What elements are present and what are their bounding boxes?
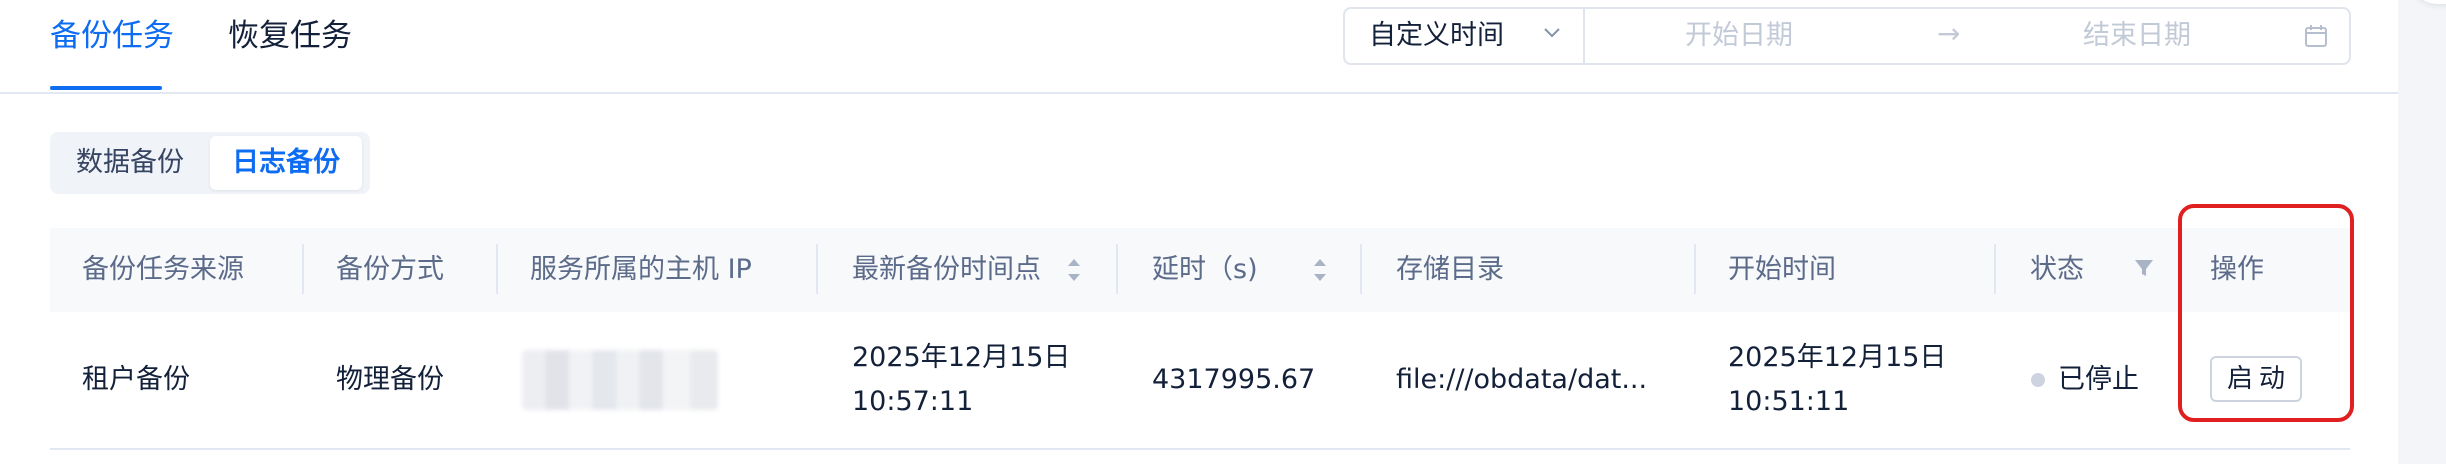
task-tabs: 备份任务 恢复任务 自定义时间 开始日期 → 结束日期: [0, 0, 2398, 94]
table-header: 备份任务来源 备份方式 服务所属的主机 IP 最新备份时间点 延时（s) 存储目…: [50, 228, 2350, 314]
column-header-start-time: 开始时间: [1728, 254, 1836, 285]
column-divider: [2180, 244, 2182, 294]
cell-latest-point: 2025年12月15日 10:57:11: [852, 336, 1070, 424]
backup-panel: 备份任务 恢复任务 自定义时间 开始日期 → 结束日期 数据备份 日志备份 备份…: [0, 0, 2398, 464]
column-divider: [1116, 244, 1118, 294]
status-dot: [2031, 373, 2045, 387]
column-header-source: 备份任务来源: [82, 254, 244, 285]
tab-backup-task[interactable]: 备份任务: [50, 14, 174, 58]
column-divider: [496, 244, 498, 294]
sort-icon[interactable]: [1064, 250, 1084, 290]
sort-icon[interactable]: [1310, 250, 1330, 290]
column-header-host-ip: 服务所属的主机 IP: [530, 254, 752, 285]
right-edge-shade: [2398, 0, 2446, 464]
column-divider: [302, 244, 304, 294]
calendar-icon[interactable]: [2303, 23, 2329, 49]
column-header-status: 状态: [2030, 254, 2084, 285]
column-header-latest-point[interactable]: 最新备份时间点: [852, 250, 1041, 290]
redacted-host-ip: [522, 350, 718, 410]
cell-latest-point-time: 10:57:11: [852, 386, 974, 417]
column-header-storage: 存储目录: [1396, 254, 1504, 285]
cell-source: 租户备份: [82, 364, 190, 395]
segment-log-backup[interactable]: 日志备份: [210, 136, 362, 190]
column-divider: [1694, 244, 1696, 294]
start-date-input[interactable]: 开始日期: [1685, 19, 1793, 53]
date-range-picker: 自定义时间 开始日期 → 结束日期: [1343, 7, 2351, 65]
time-mode-select[interactable]: 自定义时间: [1345, 9, 1585, 63]
cell-start-date: 2025年12月15日: [1728, 342, 1947, 373]
column-header-delay[interactable]: 延时（s): [1152, 250, 1258, 290]
column-header-method: 备份方式: [336, 254, 444, 285]
backup-type-switch: 数据备份 日志备份: [50, 132, 370, 194]
chevron-down-icon: [1541, 21, 1563, 49]
cell-storage-path: file:///obdata/dat...: [1396, 364, 1648, 395]
cell-delay: 4317995.67: [1152, 364, 1316, 395]
range-arrow-icon: →: [1937, 17, 1961, 50]
column-divider: [1360, 244, 1362, 294]
end-date-input[interactable]: 结束日期: [2083, 19, 2191, 53]
tab-restore-task[interactable]: 恢复任务: [228, 14, 352, 58]
column-divider: [1994, 244, 1996, 294]
column-header-action: 操作: [2210, 254, 2264, 285]
time-mode-value: 自定义时间: [1369, 20, 1504, 51]
filter-icon[interactable]: [2132, 256, 2156, 280]
cell-latest-point-date: 2025年12月15日: [852, 342, 1071, 373]
floating-corner: [2408, 0, 2446, 4]
active-tab-indicator: [50, 86, 162, 90]
status-badge: 已停止: [2058, 364, 2139, 395]
cell-method: 物理备份: [336, 364, 444, 395]
segment-data-backup[interactable]: 数据备份: [54, 136, 206, 190]
cell-start-time: 2025年12月15日 10:51:11: [1728, 336, 1946, 424]
column-divider: [816, 244, 818, 294]
cell-start-clock: 10:51:11: [1728, 386, 1850, 417]
start-button[interactable]: 启动: [2210, 356, 2302, 402]
table-row: 租户备份 物理备份 2025年12月15日 10:57:11 4317995.6…: [50, 312, 2350, 450]
